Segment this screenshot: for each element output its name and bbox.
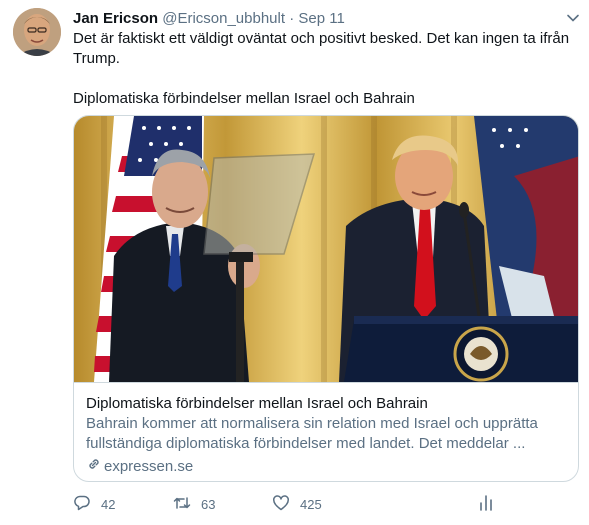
card-description: Bahrain kommer att normalisera sin relat…: [86, 415, 538, 452]
author-handle[interactable]: @Ericson_ubbhult: [162, 10, 285, 27]
tweet[interactable]: Jan Ericson @Ericson_ubbhult · Sep 11 De…: [0, 0, 589, 525]
action-bar: 42 63 425: [73, 494, 573, 514]
link-card[interactable]: Diplomatiska förbindelser mellan Israel …: [73, 115, 579, 482]
analytics-icon: [477, 494, 495, 515]
tweet-date[interactable]: Sep 11: [298, 10, 344, 27]
reply-icon: [73, 494, 91, 515]
card-domain-row: expressen.se: [86, 456, 568, 478]
author-name[interactable]: Jan Ericson: [73, 10, 158, 27]
card-title: Diplomatiska förbindelser mellan Israel …: [86, 395, 428, 412]
separator-dot: ·: [289, 10, 295, 27]
tweet-text: Det är faktiskt ett väldigt oväntat och …: [73, 30, 570, 107]
reply-button[interactable]: 42: [73, 494, 115, 515]
reply-count: 42: [101, 497, 116, 512]
analytics-button[interactable]: [477, 494, 495, 515]
like-count: 425: [300, 497, 322, 512]
avatar[interactable]: [13, 8, 61, 56]
like-icon: [272, 494, 290, 515]
chevron-down-icon[interactable]: [565, 10, 581, 26]
retweet-button[interactable]: 63: [173, 494, 215, 515]
tweet-header: Jan Ericson @Ericson_ubbhult · Sep 11: [73, 9, 345, 29]
card-body[interactable]: Diplomatiska förbindelser mellan Israel …: [74, 382, 578, 481]
like-button[interactable]: 425: [272, 494, 322, 515]
card-domain: expressen.se: [104, 458, 194, 475]
link-icon: [86, 456, 104, 478]
retweet-count: 63: [201, 497, 216, 512]
retweet-icon: [173, 494, 191, 515]
card-image[interactable]: [74, 116, 578, 382]
